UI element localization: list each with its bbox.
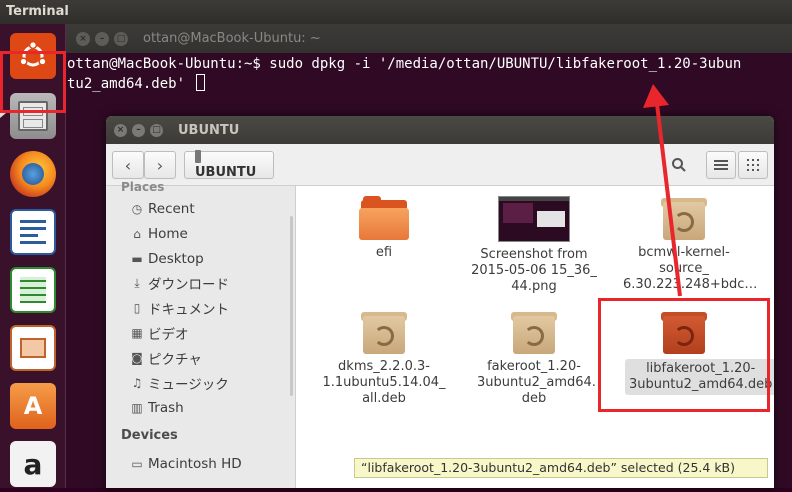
status-bar: “libfakeroot_1.20-3ubuntu2_amd64.deb” se… [354,458,768,478]
annotation-arrow [643,84,682,297]
